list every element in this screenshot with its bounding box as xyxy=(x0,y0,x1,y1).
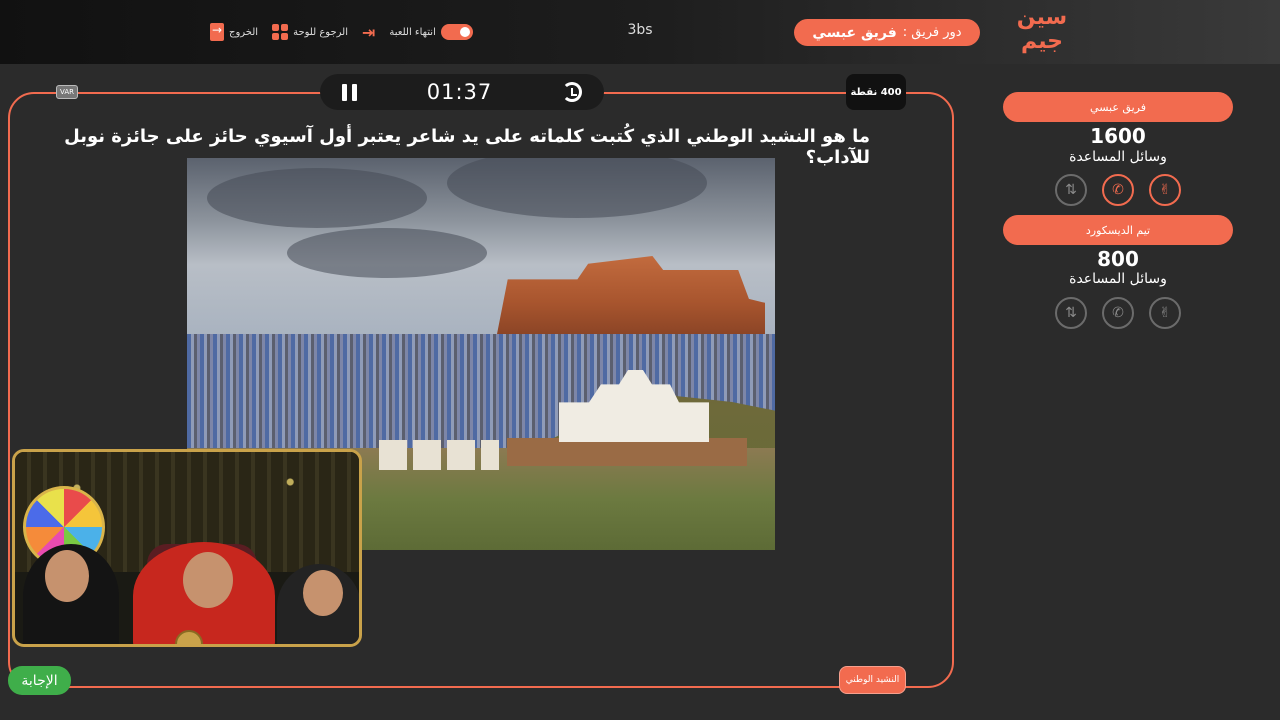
logo-line-1: سين xyxy=(1016,5,1068,30)
points-badge: 400 نقطة xyxy=(846,74,906,110)
top-bar: سين جيم دور فريق : فريق عبسي 3bs انتهاء … xyxy=(0,0,1280,64)
grid-icon xyxy=(272,24,289,40)
door-exit-icon xyxy=(210,23,224,41)
toggle-icon[interactable] xyxy=(440,24,473,40)
current-turn-badge: دور فريق : فريق عبسي xyxy=(794,19,980,46)
team-2-aids: ⇅ ✆ ✌ xyxy=(1055,297,1181,329)
phone-icon[interactable]: ✆ xyxy=(1102,174,1134,206)
exit-label: الخروج xyxy=(229,26,259,38)
team-2-score: 800 xyxy=(1097,247,1139,271)
webcam-overlay xyxy=(12,449,362,647)
end-game-button[interactable]: ⇥ xyxy=(362,23,375,42)
swap-icon[interactable]: ⇅ xyxy=(1055,297,1087,329)
swap-icon[interactable]: ⇅ xyxy=(1055,174,1087,206)
end-game-toggle[interactable]: انتهاء اللعبة xyxy=(389,24,473,40)
category-badge: النشيد الوطني xyxy=(839,666,906,694)
back-to-board-button[interactable]: الرجوع للوحة xyxy=(272,24,348,40)
reset-timer-icon[interactable] xyxy=(562,82,582,102)
two-fingers-icon[interactable]: ✌ xyxy=(1149,297,1181,329)
image-pavilions xyxy=(379,440,499,470)
var-badge[interactable]: VAR xyxy=(56,85,78,99)
turn-team-name: فريق عبسي xyxy=(812,24,897,41)
room-code: 3bs xyxy=(627,22,653,38)
team-1-score: 1600 xyxy=(1090,124,1146,148)
exit-button[interactable]: الخروج xyxy=(210,23,258,41)
logo-line-2: جيم xyxy=(1020,29,1064,54)
team-2-name: تيم الديسكورد xyxy=(1003,215,1233,245)
app-logo: سين جيم xyxy=(1012,6,1072,58)
end-game-label: انتهاء اللعبة xyxy=(389,26,436,38)
pause-icon[interactable] xyxy=(342,83,357,101)
timer-bar: 01:37 xyxy=(320,74,604,110)
image-memorial-base xyxy=(507,438,747,466)
top-actions: انتهاء اللعبة ⇥ الرجوع للوحة الخروج xyxy=(210,20,473,44)
two-fingers-icon[interactable]: ✌ xyxy=(1149,174,1181,206)
answer-button[interactable]: الإجابة xyxy=(8,666,71,695)
team-1-aids: ⇅ ✆ ✌ xyxy=(1055,174,1181,206)
team-1-name: فريق عبسي xyxy=(1003,92,1233,122)
team-2-aids-label: وسائل المساعدة xyxy=(1069,271,1167,287)
timer-value: 01:37 xyxy=(426,80,493,104)
phone-icon[interactable]: ✆ xyxy=(1102,297,1134,329)
turn-label: دور فريق : xyxy=(902,25,962,40)
exit-arrow-icon: ⇥ xyxy=(362,22,376,42)
back-to-board-label: الرجوع للوحة xyxy=(293,26,348,38)
team-1-aids-label: وسائل المساعدة xyxy=(1069,149,1167,165)
